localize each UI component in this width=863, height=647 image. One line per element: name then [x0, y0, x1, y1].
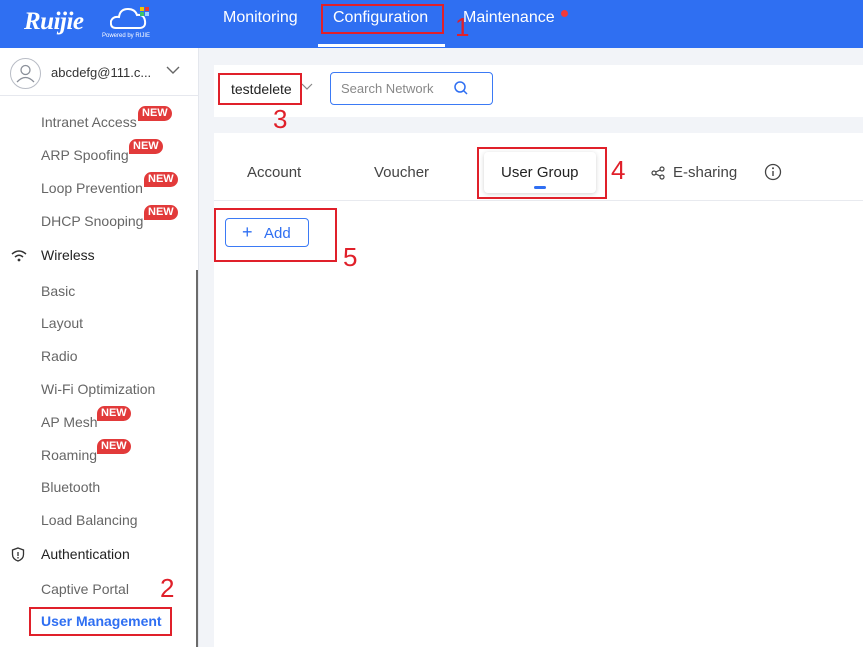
sidebar-group-authentication[interactable]: Authentication: [41, 546, 130, 562]
annotation-box-2: [29, 607, 172, 636]
sidebar-item-loop-prevention[interactable]: Loop Prevention: [41, 180, 143, 196]
user-email: abcdefg@111.c...: [51, 65, 152, 80]
search-icon[interactable]: [453, 80, 469, 96]
tab-account[interactable]: Account: [247, 164, 301, 181]
sidebar-item-roaming[interactable]: Roaming: [41, 447, 97, 463]
chevron-down-icon[interactable]: [301, 82, 313, 91]
tab-divider: [214, 200, 863, 201]
logo-text: Ruijie: [24, 8, 84, 35]
notification-dot: [561, 10, 568, 17]
new-badge: NEW: [97, 439, 131, 454]
search-placeholder: Search Network: [341, 81, 434, 96]
annotation-box-5: [214, 208, 337, 262]
sidebar-item-dhcp-snooping[interactable]: DHCP Snooping: [41, 213, 143, 229]
network-bar: [214, 65, 863, 117]
sidebar-item-basic[interactable]: Basic: [41, 283, 75, 299]
ruijie-logo[interactable]: Ruijie Powered by RIJIE: [22, 4, 152, 44]
tab-voucher[interactable]: Voucher: [374, 164, 429, 181]
user-account-row[interactable]: abcdefg@111.c...: [0, 48, 199, 96]
sidebar-item-load-balancing[interactable]: Load Balancing: [41, 512, 138, 528]
annotation-box-4: [477, 147, 607, 199]
annotation-box-1: [321, 4, 444, 34]
sidebar-item-layout[interactable]: Layout: [41, 315, 83, 331]
tab-e-sharing[interactable]: E-sharing: [673, 164, 737, 181]
sidebar-item-ap-mesh[interactable]: AP Mesh: [41, 414, 98, 430]
sidebar-item-radio[interactable]: Radio: [41, 348, 78, 364]
sidebar-item-captive-portal[interactable]: Captive Portal: [41, 581, 129, 597]
avatar: [10, 58, 41, 89]
share-icon: [651, 166, 665, 180]
active-nav-underline: [318, 44, 445, 47]
sidebar-group-wireless[interactable]: Wireless: [41, 247, 95, 263]
annotation-number-3: 3: [273, 104, 288, 134]
new-badge: NEW: [129, 139, 163, 154]
new-badge: NEW: [144, 172, 178, 187]
annotation-box-3: [218, 73, 302, 105]
powered-by-text: Powered by RIJIE: [102, 33, 151, 39]
new-badge: NEW: [138, 106, 172, 121]
sidebar-item-arp-spoofing[interactable]: ARP Spoofing: [41, 147, 129, 163]
wifi-icon: [11, 250, 27, 262]
search-input[interactable]: Search Network: [330, 72, 493, 105]
annotation-number-2: 2: [160, 573, 175, 603]
annotation-number-4: 4: [611, 155, 626, 185]
annotation-number-1: 1: [455, 12, 470, 42]
sidebar-scrollbar[interactable]: [196, 270, 198, 647]
nav-maintenance[interactable]: Maintenance: [463, 9, 555, 27]
chevron-down-icon[interactable]: [166, 65, 180, 75]
user-icon: [16, 64, 35, 83]
shield-icon: [11, 547, 25, 562]
new-badge: NEW: [144, 205, 178, 220]
sidebar-item-bluetooth[interactable]: Bluetooth: [41, 479, 100, 495]
nav-monitoring[interactable]: Monitoring: [223, 9, 298, 27]
annotation-number-5: 5: [343, 242, 358, 272]
sidebar-item-intranet-access[interactable]: Intranet Access: [41, 114, 137, 130]
info-icon[interactable]: [764, 163, 782, 181]
new-badge: NEW: [97, 406, 131, 421]
sidebar-item-wifi-optimization[interactable]: Wi-Fi Optimization: [41, 381, 155, 397]
cloud-logo-icon: [110, 7, 149, 29]
